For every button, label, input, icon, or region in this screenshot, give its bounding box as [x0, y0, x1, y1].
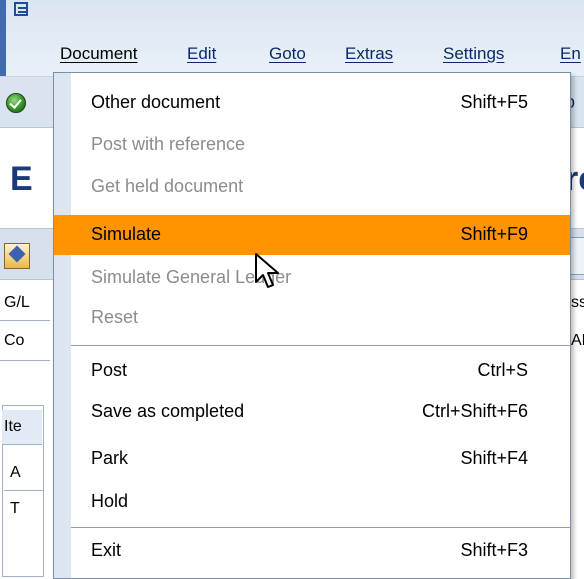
mouse-pointer-icon: [255, 253, 279, 288]
menu-item-label: Simulate: [91, 224, 162, 244]
menu-item-save-as-completed[interactable]: Save as completed Ctrl+Shift+F6: [54, 392, 570, 432]
window-accent: [0, 0, 6, 76]
menu-item-hold[interactable]: Hold: [54, 482, 570, 522]
document-menu-dropdown: Other document Shift+F5 Post with refere…: [53, 72, 571, 579]
items-tab-label: Ite: [4, 418, 22, 435]
menu-extras[interactable]: Extras: [345, 44, 393, 64]
menu-item-post-with-reference: Post with reference: [54, 125, 570, 165]
system-menu-icon[interactable]: [14, 2, 28, 16]
menu-item-simulate[interactable]: Simulate Shift+F9: [54, 215, 570, 255]
menu-item-shortcut: Shift+F5: [460, 92, 528, 112]
menu-item-shortcut: Shift+F3: [460, 540, 528, 560]
items-tab[interactable]: Ite: [2, 410, 42, 445]
menu-item-simulate-general-ledger: Simulate General Ledger: [54, 258, 570, 298]
menu-item-exit[interactable]: Exit Shift+F3: [54, 531, 570, 571]
document-overview-icon[interactable]: [4, 243, 30, 269]
menu-separator: [71, 345, 570, 346]
field-label-fragment: AL: [571, 332, 584, 349]
menu-item-shortcut: Ctrl+Shift+F6: [421, 401, 528, 421]
menu-item-label: Park: [91, 448, 129, 468]
menu-edit[interactable]: Edit: [187, 44, 216, 64]
menu-item-label: Post: [91, 360, 128, 380]
panel-row-label: A: [10, 464, 21, 481]
menu-document[interactable]: Document: [60, 44, 137, 64]
menu-item-shortcut: Shift+F9: [460, 224, 528, 244]
divider: [0, 320, 50, 321]
menu-item-label: Get held document: [91, 176, 244, 196]
menu-separator: [71, 527, 570, 528]
field-label-fragment: Co: [4, 332, 25, 349]
menu-settings[interactable]: Settings: [443, 44, 504, 64]
menu-goto[interactable]: Goto: [269, 44, 306, 64]
menu-bar: Document Edit Goto Extras Settings En: [0, 0, 584, 77]
menu-item-other-document[interactable]: Other document Shift+F5: [54, 83, 570, 123]
menu-item-post[interactable]: Post Ctrl+S: [54, 351, 570, 391]
field-label-fragment: ss: [571, 294, 584, 311]
menu-item-get-held-document: Get held document: [54, 167, 570, 207]
menu-item-label: Reset: [91, 307, 139, 327]
menu-item-shortcut: Ctrl+S: [477, 360, 528, 380]
panel-row-label: T: [10, 500, 20, 517]
field-label-fragment: G/L: [4, 294, 30, 311]
menu-item-reset: Reset: [54, 298, 570, 338]
menu-item-label: Save as completed: [91, 401, 245, 421]
page-title-fragment-left: E: [10, 160, 33, 198]
menu-item-label: Exit: [91, 540, 122, 560]
menu-item-label: Post with reference: [91, 134, 246, 154]
menu-item-park[interactable]: Park Shift+F4: [54, 439, 570, 479]
menu-item-label: Hold: [91, 491, 129, 511]
menu-item-label: Other document: [91, 92, 221, 112]
divider: [0, 360, 50, 361]
menu-item-shortcut: Shift+F4: [460, 448, 528, 468]
menu-environment[interactable]: En: [560, 44, 581, 64]
divider: [4, 490, 44, 491]
enter-check-icon[interactable]: [6, 93, 26, 113]
